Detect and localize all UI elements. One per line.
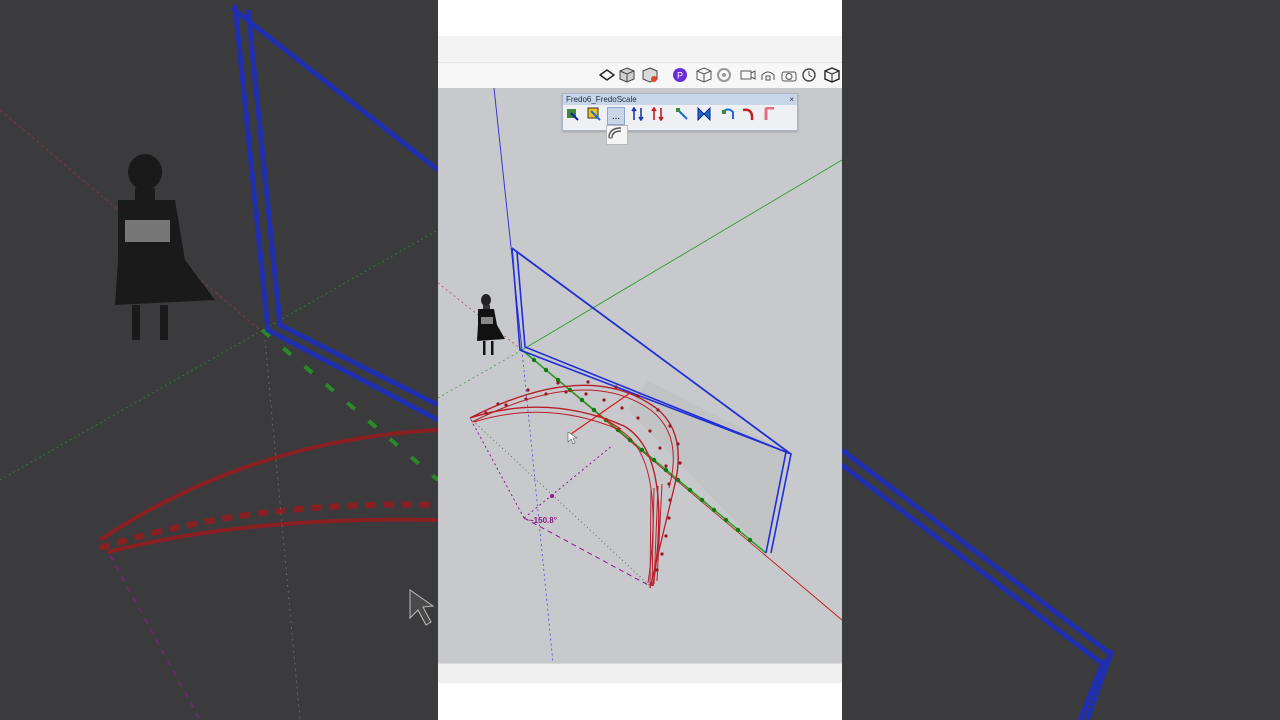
plane-shear-icon[interactable] — [697, 107, 715, 125]
more-button[interactable]: ... — [607, 107, 625, 125]
angle-readout: ~150.8° — [529, 516, 557, 525]
model-canvas[interactable] — [438, 88, 842, 663]
svg-text:P: P — [677, 71, 683, 81]
person-figure-icon — [477, 294, 505, 355]
stretch-icon[interactable] — [763, 107, 781, 125]
bend-icon[interactable] — [741, 107, 759, 125]
shear-icon[interactable] — [675, 107, 693, 125]
tab-strip — [438, 36, 842, 63]
radial-bend-flyout-button[interactable] — [606, 125, 628, 145]
rotate-icon[interactable] — [721, 107, 739, 125]
background-zoom-right-graphic — [842, 448, 1115, 720]
radial-bend-icon — [608, 127, 622, 139]
person-figure-icon — [115, 154, 215, 340]
box-stretch-icon[interactable] — [587, 107, 605, 125]
fredoscale-toolbar[interactable]: Fredo6_FredoScale × ... — [562, 93, 798, 131]
iso-view-icon[interactable] — [618, 66, 636, 84]
twisting-icon[interactable] — [651, 107, 669, 125]
scale-icon[interactable] — [565, 107, 583, 125]
background-blur-left — [0, 0, 438, 720]
modeling-viewport[interactable]: ~150.8° Fredo6_FredoScale × ... — [438, 88, 842, 663]
camera-icon[interactable] — [739, 66, 757, 84]
sketchup-window: P ~150.8° Fredo6_FredoScale × ... — [438, 0, 842, 720]
fredoscale-title-bar[interactable]: Fredo6_FredoScale × — [563, 94, 797, 105]
position-camera-icon[interactable] — [780, 66, 798, 84]
box-icon[interactable] — [823, 66, 841, 84]
cursor-icon — [567, 431, 578, 445]
cursor-icon — [409, 589, 435, 626]
section-plane-icon[interactable] — [598, 66, 616, 84]
background-blur-right — [842, 0, 1280, 720]
main-toolbar: P — [438, 63, 842, 89]
walk-icon[interactable] — [759, 66, 777, 84]
xray-icon[interactable] — [715, 66, 733, 84]
look-around-icon[interactable] — [800, 66, 818, 84]
background-zoom-left-graphic — [0, 4, 438, 720]
bottom-margin — [438, 683, 842, 720]
fredoscale-title: Fredo6_FredoScale — [566, 95, 637, 104]
tapering-icon[interactable] — [631, 107, 649, 125]
shaded-icon[interactable] — [695, 66, 713, 84]
top-margin — [438, 0, 842, 36]
status-bar — [438, 663, 842, 684]
profile-icon[interactable]: P — [671, 66, 689, 84]
close-icon[interactable]: × — [789, 94, 794, 105]
bend-handle-tick[interactable] — [597, 414, 622, 430]
green-axis — [521, 159, 842, 351]
component-icon[interactable] — [641, 66, 659, 84]
protractor-guides — [469, 417, 651, 587]
shaded-face — [628, 381, 788, 553]
